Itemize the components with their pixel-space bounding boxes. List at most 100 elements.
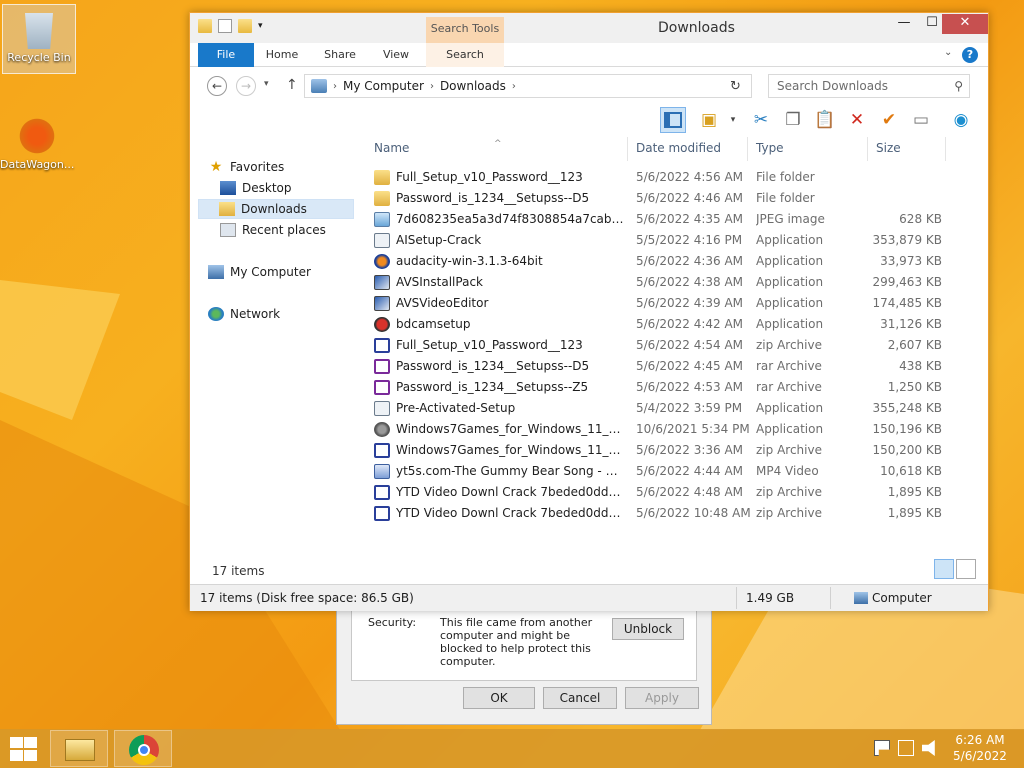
minimize-button[interactable]: — bbox=[890, 14, 918, 34]
table-row[interactable]: Password_is_1234__Setupss--D5 5/6/2022 4:… bbox=[366, 188, 966, 209]
breadcrumb-my-computer[interactable]: My Computer bbox=[343, 79, 424, 93]
breadcrumb-separator-icon[interactable]: › bbox=[333, 81, 337, 92]
cut-icon[interactable]: ✂ bbox=[748, 107, 774, 133]
file-size: 1,895 KB bbox=[887, 506, 942, 520]
taskbar-file-explorer[interactable] bbox=[50, 730, 108, 767]
file-type: Application bbox=[756, 254, 824, 268]
ok-button[interactable]: OK bbox=[463, 687, 535, 709]
action-center-icon[interactable] bbox=[874, 740, 890, 756]
table-row[interactable]: Password_is_1234__Setupss--D5 5/6/2022 4:… bbox=[366, 356, 966, 377]
taskbar-chrome[interactable] bbox=[114, 730, 172, 767]
datawagon-icon bbox=[17, 116, 57, 156]
desktop-icon bbox=[220, 181, 236, 195]
close-button[interactable]: ✕ bbox=[942, 14, 988, 34]
file-size: 438 KB bbox=[899, 359, 942, 373]
table-row[interactable]: YTD Video Downl Crack 7beded0dd8c04c... 5… bbox=[366, 503, 966, 524]
copy-icon[interactable]: ❐ bbox=[780, 107, 806, 133]
file-date: 5/6/2022 3:36 AM bbox=[636, 443, 744, 457]
tab-view[interactable]: View bbox=[370, 43, 422, 67]
expand-ribbon-icon[interactable]: ⌄ bbox=[944, 47, 952, 58]
file-size: 150,200 KB bbox=[872, 443, 942, 457]
large-icons-view-icon[interactable] bbox=[956, 559, 976, 579]
tab-file[interactable]: File bbox=[198, 43, 254, 67]
aud-file-icon bbox=[374, 254, 390, 269]
file-name: YTD Video Downl Crack 7beded0dd8c04c... bbox=[396, 485, 624, 499]
help-icon[interactable]: ? bbox=[962, 47, 978, 63]
nav-my-computer[interactable]: My Computer bbox=[208, 262, 364, 282]
tab-share[interactable]: Share bbox=[314, 43, 366, 67]
volume-icon[interactable] bbox=[922, 740, 935, 756]
address-bar[interactable]: › My Computer › Downloads › bbox=[304, 74, 752, 98]
table-row[interactable]: audacity-win-3.1.3-64bit 5/6/2022 4:36 AM… bbox=[366, 251, 966, 272]
paste-icon[interactable]: 📋 bbox=[812, 107, 838, 133]
unblock-button[interactable]: Unblock bbox=[612, 618, 684, 640]
avs-file-icon bbox=[374, 296, 390, 311]
new-folder-icon[interactable] bbox=[238, 19, 252, 33]
qat-dropdown-icon[interactable]: ▾ bbox=[258, 19, 268, 33]
properties-icon[interactable] bbox=[218, 19, 232, 33]
nav-favorites[interactable]: ★ Favorites bbox=[208, 157, 364, 177]
preview-pane-button[interactable] bbox=[660, 107, 686, 133]
clock[interactable]: 6:26 AM 5/6/2022 bbox=[948, 732, 1012, 764]
table-row[interactable]: Full_Setup_v10_Password__123 5/6/2022 4:5… bbox=[366, 167, 966, 188]
column-header-size[interactable]: Size bbox=[868, 137, 946, 161]
properties-icon[interactable]: ▭ bbox=[908, 107, 934, 133]
nav-item-desktop[interactable]: Desktop bbox=[220, 178, 376, 198]
nav-item-label: Recent places bbox=[242, 223, 326, 237]
file-name: AISetup-Crack bbox=[396, 233, 482, 247]
column-header-date[interactable]: Date modified bbox=[628, 137, 748, 161]
security-panel: Security: This file came from another co… bbox=[351, 607, 697, 681]
nav-network[interactable]: Network bbox=[208, 304, 364, 324]
table-row[interactable]: bdcamsetup 5/6/2022 4:42 AM Application 31,… bbox=[366, 314, 966, 335]
back-button[interactable]: ← bbox=[207, 76, 227, 96]
breadcrumb-separator-icon[interactable]: › bbox=[512, 81, 516, 92]
recent-locations-icon[interactable]: ▾ bbox=[264, 79, 269, 89]
table-row[interactable]: AVSVideoEditor 5/6/2022 4:39 AM Applicatio… bbox=[366, 293, 966, 314]
delete-icon[interactable]: ✕ bbox=[844, 107, 870, 133]
table-row[interactable]: AISetup-Crack 5/5/2022 4:16 PM Application… bbox=[366, 230, 966, 251]
breadcrumb-downloads[interactable]: Downloads bbox=[440, 79, 506, 93]
details-view-icon[interactable] bbox=[934, 559, 954, 579]
desktop-icon-recycle-bin[interactable]: Recycle Bin bbox=[2, 4, 76, 74]
file-type: zip Archive bbox=[756, 485, 822, 499]
table-row[interactable]: Windows7Games_for_Windows_11_10_8 10/6/20… bbox=[366, 419, 966, 440]
nav-item-recent-places[interactable]: Recent places bbox=[220, 220, 376, 240]
bdc-file-icon bbox=[374, 317, 390, 332]
cancel-button[interactable]: Cancel bbox=[543, 687, 617, 709]
search-input[interactable]: Search Downloads ⚲ bbox=[768, 74, 970, 98]
properties-dialog: Security: This file came from another co… bbox=[336, 600, 712, 725]
up-button[interactable]: ↑ bbox=[286, 77, 298, 93]
table-row[interactable]: AVSInstallPack 5/6/2022 4:38 AM Applicatio… bbox=[366, 272, 966, 293]
column-header-type[interactable]: Type bbox=[748, 137, 868, 161]
breadcrumb-separator-icon[interactable]: › bbox=[430, 81, 434, 92]
table-row[interactable]: 7d608235ea5a3d74f8308854a7cabf2f 5/6/2022… bbox=[366, 209, 966, 230]
table-row[interactable]: yt5s.com-The Gummy Bear Song - Long ... 5… bbox=[366, 461, 966, 482]
computer-icon bbox=[208, 265, 224, 279]
table-row[interactable]: Pre-Activated-Setup 5/4/2022 3:59 PM Appli… bbox=[366, 398, 966, 419]
globe-icon[interactable]: ◉ bbox=[948, 107, 974, 133]
select-icon[interactable]: ▣ bbox=[696, 107, 722, 133]
chrome-icon bbox=[129, 735, 159, 765]
status-bar: 17 items (Disk free space: 86.5 GB) 1.49… bbox=[190, 584, 988, 611]
table-row[interactable]: Windows7Games_for_Windows_11_10_8 5/6/202… bbox=[366, 440, 966, 461]
table-row[interactable]: YTD Video Downl Crack 7beded0dd8c04c... 5… bbox=[366, 482, 966, 503]
window-title: Downloads bbox=[658, 20, 735, 36]
desktop-icon-datawagon[interactable]: DataWagon... bbox=[0, 112, 74, 171]
file-name: Password_is_1234__Setupss--D5 bbox=[396, 359, 590, 373]
file-name: Pre-Activated-Setup bbox=[396, 401, 516, 415]
table-row[interactable]: Full_Setup_v10_Password__123 5/6/2022 4:5… bbox=[366, 335, 966, 356]
tab-search[interactable]: Search bbox=[426, 43, 504, 67]
search-icon[interactable]: ⚲ bbox=[954, 75, 963, 97]
network-tray-icon[interactable] bbox=[898, 740, 914, 756]
column-header-name[interactable]: Name ^ bbox=[366, 137, 628, 161]
select-dropdown-icon[interactable]: ▾ bbox=[720, 107, 746, 133]
tab-home[interactable]: Home bbox=[256, 43, 308, 67]
forward-button[interactable]: → bbox=[236, 76, 256, 96]
title-bar[interactable]: ▾ Search Tools Downloads — ☐ ✕ bbox=[190, 13, 988, 43]
refresh-icon[interactable]: ↻ bbox=[730, 79, 741, 94]
file-date: 5/6/2022 4:38 AM bbox=[636, 275, 744, 289]
table-row[interactable]: Password_is_1234__Setupss--Z5 5/6/2022 4:… bbox=[366, 377, 966, 398]
rename-icon[interactable]: ✔ bbox=[876, 107, 902, 133]
start-button[interactable] bbox=[8, 737, 38, 761]
nav-item-downloads[interactable]: Downloads bbox=[198, 199, 354, 219]
